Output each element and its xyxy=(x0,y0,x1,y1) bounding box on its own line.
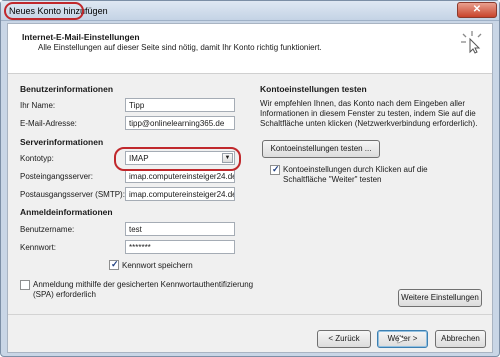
incoming-server-field[interactable]: imap.computereinsteiger24.de xyxy=(125,169,235,183)
outgoing-server-field[interactable]: imap.computereinsteiger24.de xyxy=(125,187,235,201)
auto-test-label-line2: Schaltfläche "Weiter" testen xyxy=(283,175,382,184)
password-field[interactable]: ******* xyxy=(125,240,235,254)
spa-label-line1: Anmeldung mithilfe der gesicherten Kennw… xyxy=(33,280,254,289)
account-type-highlight-annotation xyxy=(114,147,241,171)
incoming-server-label: Posteingangsserver: xyxy=(20,172,93,181)
password-label: Kennwort: xyxy=(20,243,57,252)
spa-checkbox[interactable] xyxy=(20,280,30,290)
username-label: Benutzername: xyxy=(20,225,75,234)
outgoing-server-label: Postausgangsserver (SMTP): xyxy=(20,190,125,199)
footer-divider xyxy=(8,314,492,315)
spa-label-line2: (SPA) erforderlich xyxy=(33,290,96,299)
username-field[interactable]: test xyxy=(125,222,235,236)
name-label: Ihr Name: xyxy=(20,101,56,110)
back-button[interactable]: < Zurück xyxy=(317,330,371,348)
remember-password-checkbox[interactable] xyxy=(109,259,119,270)
dialog-content: Internet-E-Mail-Einstellungen Alle Einst… xyxy=(7,23,493,353)
test-description-line3: Schaltfläche unten klicken (Netzwerkverb… xyxy=(260,119,478,128)
email-field[interactable]: tipp@onlinelearning365.de xyxy=(125,116,235,130)
user-info-heading: Benutzerinformationen xyxy=(20,84,114,94)
auto-test-label-line1: Kontoeinstellungen durch Klicken auf die xyxy=(283,165,428,174)
page-subtitle: Alle Einstellungen auf dieser Seite sind… xyxy=(38,43,322,52)
name-field[interactable]: Tipp xyxy=(125,98,235,112)
remember-password-label: Kennwort speichern xyxy=(122,261,193,270)
cancel-button[interactable]: Abbrechen xyxy=(435,330,486,348)
account-type-label: Kontotyp: xyxy=(20,154,54,163)
title-bar[interactable]: Neues Konto hinzufügen ✕ xyxy=(1,1,499,21)
server-info-heading: Serverinformationen xyxy=(20,137,104,147)
close-button[interactable]: ✕ xyxy=(457,2,497,18)
auto-test-checkbox[interactable] xyxy=(270,164,280,175)
test-description-line2: Informationen in diesem Fenster zu teste… xyxy=(260,109,476,118)
test-account-settings-button[interactable]: Kontoeinstellungen testen ... xyxy=(262,140,380,158)
dialog-window: Neues Konto hinzufügen ✕ Internet-E-Mail… xyxy=(0,0,500,357)
test-settings-heading: Kontoeinstellungen testen xyxy=(260,84,367,94)
mouse-cursor-icon: ➤ xyxy=(396,332,407,346)
more-settings-button[interactable]: Weitere Einstellungen xyxy=(398,289,482,307)
login-info-heading: Anmeldeinformationen xyxy=(20,207,113,217)
test-description-line1: Wir empfehlen Ihnen, das Konto nach dem … xyxy=(260,99,466,108)
page-title: Internet-E-Mail-Einstellungen xyxy=(22,32,140,42)
sparkle-cursor-icon xyxy=(461,31,482,54)
title-highlight-annotation xyxy=(4,2,84,20)
header-panel: Internet-E-Mail-Einstellungen Alle Einst… xyxy=(8,24,492,74)
email-label: E-Mail-Adresse: xyxy=(20,119,77,128)
